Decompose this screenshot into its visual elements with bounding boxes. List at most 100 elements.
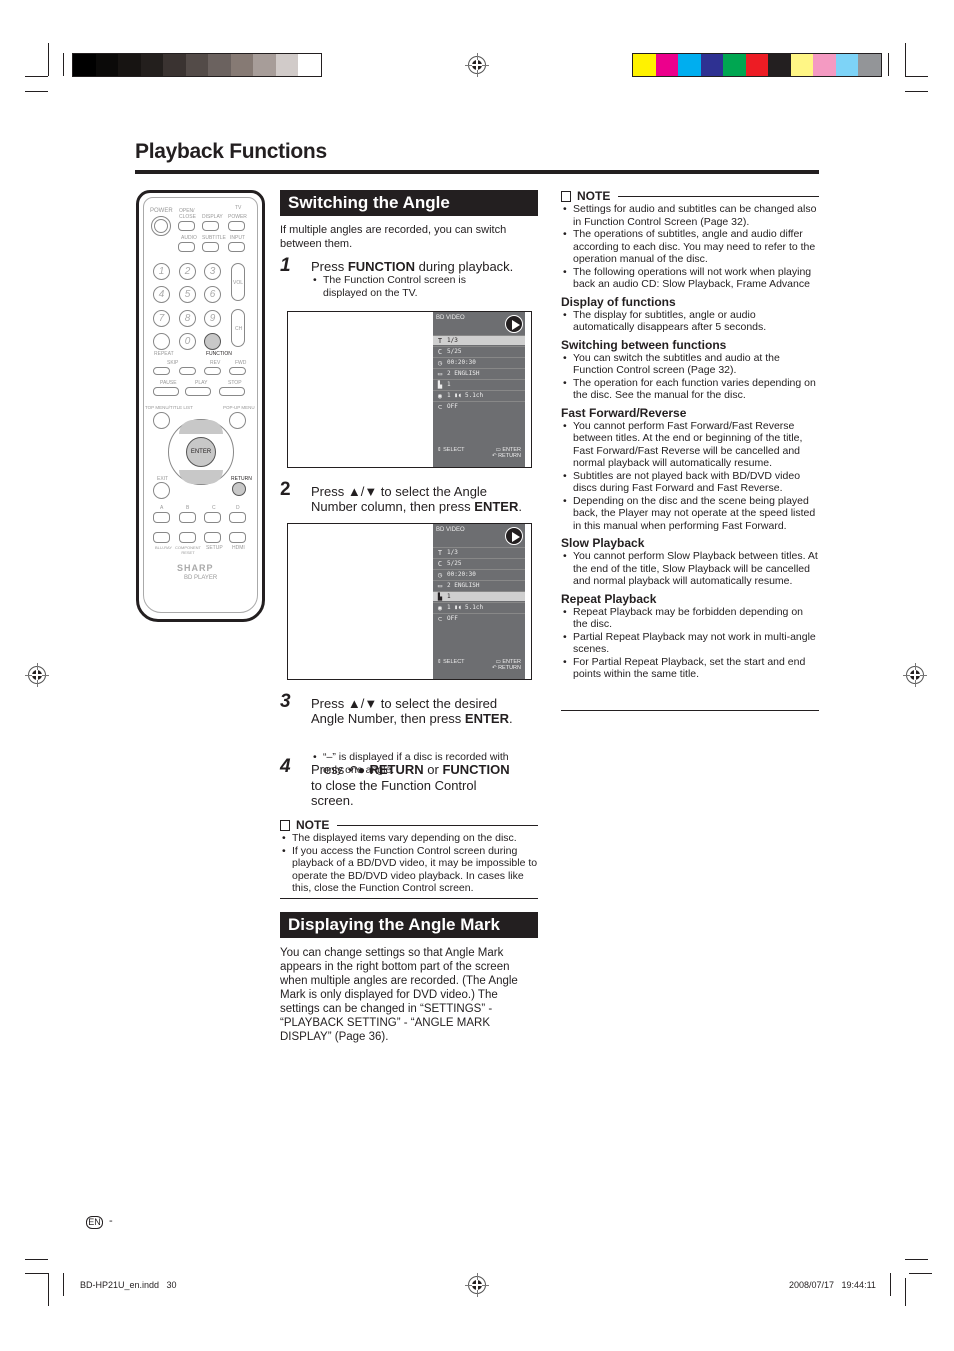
remote-power-button <box>151 216 171 236</box>
color-swatch <box>700 54 723 76</box>
remote-label-tv-power: POWER <box>228 214 247 220</box>
chapter-icon: C <box>437 559 443 568</box>
subsection-heading: Fast Forward/Reverse <box>561 405 687 420</box>
right-note-title: NOTE <box>577 189 611 203</box>
color-swatch <box>835 54 858 76</box>
menu-header-label: BD VIDEO <box>436 315 465 321</box>
remote-label-rev: REV <box>210 360 221 366</box>
step-1-bold: FUNCTION <box>347 259 416 274</box>
remote-label-hdmi: HDMI <box>232 545 245 551</box>
color-swatch <box>723 54 746 76</box>
step-4-mid: or <box>423 762 443 777</box>
select-hint: ⇕ SELECT <box>437 659 465 665</box>
menu-row-value: 2 ENGLISH <box>447 582 480 589</box>
bullet-item: You cannot perform Fast Forward/Fast Rev… <box>561 420 819 470</box>
bullet-item: The display for subtitles, angle or audi… <box>561 309 819 334</box>
return-hint: ↶ RETURN <box>491 665 521 671</box>
menu-row-value: 1 <box>447 381 451 388</box>
remote-label-input: INPUT <box>230 235 245 241</box>
grayscale-color-bar <box>72 53 322 77</box>
remote-top-menu-button <box>153 412 170 429</box>
menu-header: BD VIDEO <box>433 312 525 334</box>
step-3-enter: ENTER <box>464 711 509 726</box>
step-2-post: . <box>518 499 522 514</box>
color-swatch <box>208 54 231 76</box>
remote-label-display: DISPLAY <box>202 214 223 220</box>
time-icon: ◷ <box>437 570 443 579</box>
registration-mark-icon <box>25 663 49 687</box>
remote-fwd-button <box>229 367 246 375</box>
audio-icon: ◉ <box>437 603 443 612</box>
bullet-item: The operations of subtitles, angle and a… <box>561 228 819 266</box>
color-swatch <box>275 54 298 76</box>
remote-digit-5: 5 <box>179 286 196 303</box>
bullet-item: Subtitles are not played back with BD/DV… <box>561 470 819 495</box>
bullet-item: Settings for audio and subtitles can be … <box>561 203 819 228</box>
menu-row-value: 00:20:30 <box>447 571 476 578</box>
return-hint: ↶ RETURN <box>491 453 521 459</box>
color-swatch <box>655 54 678 76</box>
bullet-item: Partial Repeat Playback may not work in … <box>561 631 819 656</box>
crop-mark <box>25 91 48 92</box>
subtitle-icon: ▭ <box>437 581 443 590</box>
switching-angle-intro: If multiple angles are recorded, you can… <box>280 224 507 250</box>
crop-mark <box>888 53 889 76</box>
remote-label-pause: PAUSE <box>160 380 177 386</box>
registration-mark-icon <box>903 663 927 687</box>
menu-row-value: OFF <box>447 403 458 410</box>
menu-header: BD VIDEO <box>433 524 525 546</box>
language-badge: EN <box>86 1216 103 1229</box>
registration-mark-icon <box>465 53 489 77</box>
bullet-item: The following operations will not work w… <box>561 266 819 291</box>
repeat-icon: ⊂ <box>437 402 443 411</box>
remote-label-bluray: Blu-ray <box>155 545 173 550</box>
menu-row: ▙ 1 <box>433 379 525 389</box>
color-swatch <box>118 54 141 76</box>
remote-label-return: RETURN <box>231 476 252 482</box>
return-icon: ↶● <box>347 763 366 777</box>
note-items: The displayed items vary depending on th… <box>280 832 538 895</box>
note-icon <box>561 190 571 202</box>
note-box-left: NOTE The displayed items vary depending … <box>280 818 538 895</box>
section-heading-switching-angle: Switching the Angle <box>280 190 538 216</box>
menu-row: ◷ 00:20:30 <box>433 357 525 367</box>
tv-screen-function-control-1: BD VIDEO T 1/3 C 5/25 ◷ 00:20:30 ▭ 2 ENGLISH ▙ 1 ◉ 1… <box>287 311 532 468</box>
remote-setup-button <box>204 532 221 543</box>
remote-label-c: C <box>212 505 216 511</box>
menu-row: T 1/3 <box>433 335 525 345</box>
note-title: NOTE <box>296 818 330 832</box>
remote-component-reset-button <box>179 532 196 543</box>
note-bottom-rule <box>280 898 538 899</box>
page-number-dash: - <box>109 1215 113 1227</box>
right-note-items: Settings for audio and subtitles can be … <box>561 203 819 291</box>
step-3-post: . <box>508 711 513 726</box>
menu-row-value: 1 <box>447 593 451 600</box>
step-2-text: Press ▲/▼ to select the Angle Number col… <box>311 484 543 514</box>
crop-mark <box>909 1273 932 1274</box>
menu-row-value: 1/3 <box>447 549 458 556</box>
angle-mark-body: You can change settings so that Angle Ma… <box>280 947 518 1043</box>
remote-label-power: POWER <box>150 208 173 214</box>
step-2-line2-pre: Number column, then press <box>311 499 475 514</box>
right-note-heading: NOTE <box>561 189 819 203</box>
remote-digit-9: 9 <box>204 310 221 327</box>
crop-mark <box>905 1259 928 1260</box>
remote-label-d: D <box>236 505 240 511</box>
subsection-heading: Repeat Playback <box>561 591 657 606</box>
remote-label-b: B <box>186 505 190 511</box>
menu-row-value: OFF <box>447 615 458 622</box>
crop-mark <box>25 1259 48 1260</box>
step-2-enter: ENTER <box>474 499 519 514</box>
color-swatch <box>185 54 208 76</box>
note-heading: NOTE <box>280 818 538 832</box>
remote-b-button <box>179 512 196 523</box>
step-4-text: Press ↶● RETURN or FUNCTION to close the… <box>311 762 543 808</box>
menu-row: ◉ 1 ▮◖ 5.1ch <box>433 390 525 400</box>
remote-label-audio: AUDIO <box>181 235 197 241</box>
remote-label-open-close: OPEN/ CLOSE <box>179 208 196 220</box>
footer-filename: BD-HP21U_en.indd 30 <box>80 1280 177 1290</box>
step-1-text: Press FUNCTION during playback. <box>311 259 541 274</box>
step-4-return: RETURN <box>369 762 424 777</box>
crop-mark <box>905 43 906 76</box>
remote-rev-button <box>204 367 221 375</box>
